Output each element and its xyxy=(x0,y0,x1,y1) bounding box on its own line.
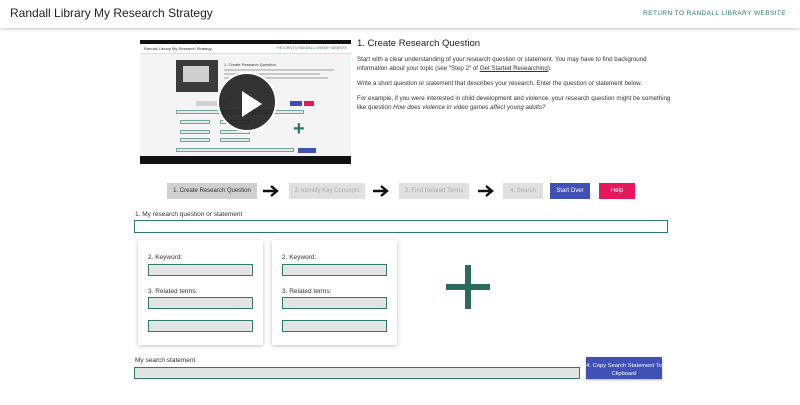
help-button[interactable]: Help xyxy=(599,183,635,199)
keyword-label: 2. Keyword: xyxy=(282,254,317,261)
play-icon[interactable] xyxy=(217,72,277,132)
add-concept-plus-icon[interactable] xyxy=(446,265,490,309)
step-1-button[interactable]: 1. Create Research Question xyxy=(167,183,257,199)
keyword-label: 2. Keyword: xyxy=(148,254,183,261)
research-question-input[interactable] xyxy=(134,220,668,233)
app-title: Randall Library My Research Strategy xyxy=(10,6,213,20)
instruction-paragraph-3: For example, if you were interested in c… xyxy=(357,95,671,111)
related-terms-label: 3. Related terms: xyxy=(148,288,198,295)
concept-card-1: 2. Keyword: 3. Related terms: xyxy=(138,240,263,345)
start-over-button[interactable]: Start Over xyxy=(550,183,590,199)
step-heading: 1. Create Research Question xyxy=(357,38,481,49)
arrow-right-icon xyxy=(373,185,389,197)
video-frame-title: Randall Library My Research Strategy xyxy=(144,46,212,51)
related-term-input-2[interactable] xyxy=(148,320,253,332)
keyword-input[interactable] xyxy=(148,264,253,276)
concept-card-2: 2. Keyword: 3. Related terms: xyxy=(272,240,397,345)
related-term-input-1[interactable] xyxy=(282,297,387,309)
search-statement-label: My search statement xyxy=(135,357,196,364)
app-header: Randall Library My Research Strategy RET… xyxy=(0,0,800,28)
related-terms-label: 3. Related terms: xyxy=(282,288,332,295)
example-question: How does violence in video games affect … xyxy=(393,104,546,111)
get-started-researching-link[interactable]: Get Started Researching xyxy=(480,65,548,72)
return-to-library-link[interactable]: RETURN TO RANDALL LIBRARY WEBSITE xyxy=(643,10,786,17)
arrow-right-icon xyxy=(263,185,279,197)
video-frame-photo xyxy=(176,60,218,92)
instruction-paragraph-1: Start with a clear understanding of your… xyxy=(357,56,647,72)
instruction-paragraph-2: Write a short question or statement that… xyxy=(357,80,643,87)
research-question-label: 1. My research question or statement xyxy=(135,211,243,218)
video-frame-link: RETURN TO RANDALL LIBRARY WEBSITE xyxy=(277,46,347,50)
step-2-button[interactable]: 2. Identify Key Concepts xyxy=(289,183,365,199)
video-frame-heading: 1. Create Research Question xyxy=(224,62,276,67)
step-4-button[interactable]: 4. Search xyxy=(503,183,543,199)
related-term-input-1[interactable] xyxy=(148,297,253,309)
keyword-input[interactable] xyxy=(282,264,387,276)
related-term-input-2[interactable] xyxy=(282,320,387,332)
copy-search-statement-button[interactable]: 4. Copy Search Statement To Clipboard xyxy=(586,357,662,379)
video-frame-header: Randall Library My Research Strategy RET… xyxy=(140,44,351,54)
search-statement-input[interactable] xyxy=(134,367,580,379)
arrow-right-icon xyxy=(478,185,494,197)
step-3-button[interactable]: 3. Find Related Terms xyxy=(399,183,469,199)
step-instructions: 1. Create Research Question Start with a… xyxy=(357,38,677,118)
video-frame-plus-icon: + xyxy=(293,118,305,140)
